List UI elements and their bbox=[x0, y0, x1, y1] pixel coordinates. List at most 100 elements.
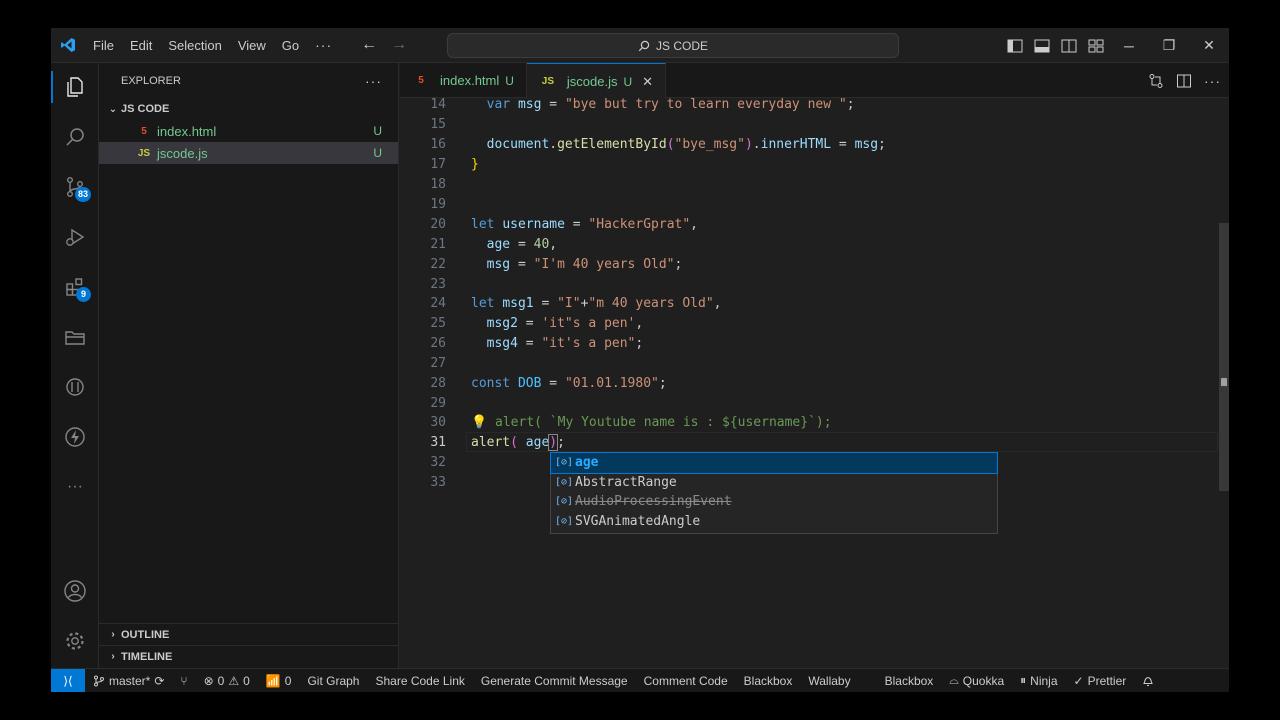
settings-gear-icon[interactable] bbox=[51, 617, 99, 665]
menu-view[interactable]: View bbox=[230, 28, 274, 63]
forward-arrow-icon[interactable]: → bbox=[388, 36, 410, 54]
more-views-icon[interactable]: ··· bbox=[51, 463, 99, 511]
source-control-icon[interactable]: 83 bbox=[51, 163, 99, 211]
remote-explorer-icon[interactable] bbox=[51, 313, 99, 361]
suggestion-item[interactable]: [⊘] SVGAnimatedAngle bbox=[551, 512, 997, 532]
git-graph-status-icon[interactable]: ⑂ bbox=[172, 674, 195, 688]
comment-code-button[interactable]: Comment Code bbox=[636, 674, 736, 688]
menu-go[interactable]: Go bbox=[274, 28, 307, 63]
line-number: 18 bbox=[430, 177, 446, 192]
extensions-icon[interactable]: 9 bbox=[51, 263, 99, 311]
back-arrow-icon[interactable]: ← bbox=[358, 36, 380, 54]
timeline-section[interactable]: › TIMELINE bbox=[99, 645, 399, 667]
explorer-icon[interactable] bbox=[51, 63, 99, 111]
share-code-link-button[interactable]: Share Code Link bbox=[367, 674, 472, 688]
javascript-icon: JS bbox=[137, 147, 151, 159]
code-line: 19 bbox=[400, 195, 1210, 215]
code-line: 28 const DOB = "01.01.1980"; bbox=[400, 374, 1210, 394]
html5-icon: 5 bbox=[418, 75, 424, 86]
code-text: let msg1 = "I"+"m 40 years Old", bbox=[471, 296, 722, 311]
line-number: 21 bbox=[430, 237, 446, 252]
line-number: 30 bbox=[430, 415, 446, 430]
code-line: 15 bbox=[400, 115, 1210, 135]
vscode-logo-icon[interactable] bbox=[51, 28, 85, 63]
branch-icon bbox=[94, 675, 104, 686]
lightbulb-icon[interactable]: 💡 bbox=[471, 415, 487, 430]
editor-more-actions-button[interactable]: ··· bbox=[1204, 73, 1221, 89]
error-count: 0 bbox=[217, 673, 225, 688]
toggle-secondary-sidebar-icon[interactable] bbox=[1055, 28, 1082, 63]
branch-name: master* bbox=[109, 673, 151, 688]
explorer-sidebar: EXPLORER ··· ⌄ JS CODE 5 index.html U JS… bbox=[99, 63, 399, 668]
ninja-status[interactable]: ⏸ Ninja bbox=[1012, 673, 1065, 688]
minimize-button[interactable]: ─ bbox=[1109, 28, 1149, 63]
error-icon: ⊗ bbox=[203, 673, 214, 688]
sidebar-more-button[interactable]: ··· bbox=[365, 73, 382, 89]
blackbox-button[interactable]: Blackbox bbox=[736, 674, 801, 688]
title-bar: File Edit Selection View Go ··· ← → JS C… bbox=[51, 28, 1229, 63]
file-item-index-html[interactable]: 5 index.html U bbox=[99, 120, 398, 142]
line-number: 24 bbox=[430, 296, 446, 311]
editor-scrollbar[interactable] bbox=[1219, 223, 1229, 491]
check-icon: ✓ bbox=[1073, 673, 1084, 688]
run-debug-icon[interactable] bbox=[51, 213, 99, 261]
customize-layout-icon[interactable] bbox=[1082, 28, 1109, 63]
suggestion-label: age bbox=[575, 455, 599, 471]
suggestion-item[interactable]: [⊘] AbstractRange bbox=[551, 473, 997, 493]
code-line: 14 var msg = "bye but try to learn every… bbox=[400, 95, 1210, 115]
account-icon[interactable] bbox=[51, 567, 99, 615]
sync-icon[interactable]: ⟳ bbox=[154, 674, 164, 688]
split-editor-icon[interactable] bbox=[1176, 73, 1192, 89]
ports-count: 0 bbox=[284, 673, 292, 688]
toggle-panel-icon[interactable] bbox=[1028, 28, 1055, 63]
file-item-jscode-js[interactable]: JS jscode.js U bbox=[99, 142, 398, 164]
quokka-status[interactable]: ⌓ Quokka bbox=[941, 673, 1012, 688]
javascript-icon: JS bbox=[541, 76, 555, 87]
menu-more-button[interactable]: ··· bbox=[307, 37, 340, 53]
open-changes-icon[interactable] bbox=[1148, 73, 1164, 89]
problems-status[interactable]: ⊗ 0 ⚠ 0 bbox=[196, 674, 258, 688]
line-number: 31 bbox=[430, 435, 446, 450]
line-number: 17 bbox=[430, 157, 446, 172]
code-editor[interactable]: 14 var msg = "bye but try to learn every… bbox=[400, 95, 1229, 668]
ninja-label: Ninja bbox=[1030, 673, 1058, 688]
notifications-bell-icon[interactable] bbox=[1134, 674, 1162, 687]
quokka-lightning-icon[interactable] bbox=[51, 413, 99, 461]
folder-name: JS CODE bbox=[121, 103, 170, 115]
remote-indicator-icon[interactable]: ⟩⟨ bbox=[51, 668, 85, 692]
folder-js-code[interactable]: ⌄ JS CODE bbox=[99, 98, 398, 120]
git-graph-button[interactable]: Git Graph bbox=[299, 674, 367, 688]
git-branch[interactable]: master* ⟳ bbox=[85, 674, 172, 688]
outline-section[interactable]: › OUTLINE bbox=[99, 623, 399, 645]
ports-status[interactable]: 📶 0 bbox=[258, 674, 300, 688]
code-text: msg2 = 'it"s a pen', bbox=[486, 316, 644, 331]
variable-icon: [⊘] bbox=[555, 457, 574, 469]
search-activity-icon[interactable] bbox=[51, 113, 99, 161]
code-line: 22 msg = "I'm 40 years Old"; bbox=[400, 255, 1210, 275]
suggestion-item[interactable]: [⊘] age bbox=[550, 452, 998, 474]
untracked-status: U bbox=[373, 146, 382, 160]
wallaby-button[interactable]: Wallaby bbox=[800, 674, 858, 688]
menu-edit[interactable]: Edit bbox=[122, 28, 160, 63]
restore-button[interactable]: ❐ bbox=[1149, 28, 1189, 63]
command-center-search[interactable]: JS CODE bbox=[447, 33, 899, 58]
close-window-button[interactable]: ✕ bbox=[1189, 28, 1229, 63]
blackbox-status[interactable]: Blackbox bbox=[877, 674, 942, 688]
menu-file[interactable]: File bbox=[85, 28, 122, 63]
line-number: 15 bbox=[430, 117, 446, 132]
code-line: 27 bbox=[400, 354, 1210, 374]
line-number: 27 bbox=[430, 356, 446, 371]
line-number: 14 bbox=[430, 97, 446, 112]
line-number: 33 bbox=[430, 475, 446, 490]
testing-icon[interactable] bbox=[51, 363, 99, 411]
suggestion-label: SVGAnimatedAngle bbox=[575, 513, 701, 529]
prettier-status[interactable]: ✓ Prettier bbox=[1066, 674, 1135, 688]
timeline-title: TIMELINE bbox=[121, 650, 173, 663]
close-icon[interactable]: ✕ bbox=[642, 74, 653, 90]
menu-selection[interactable]: Selection bbox=[160, 28, 229, 63]
generate-commit-message-button[interactable]: Generate Commit Message bbox=[473, 674, 636, 688]
tab-index-html[interactable]: 5 index.html U bbox=[400, 63, 527, 98]
tab-jscode-js[interactable]: JS jscode.js U ✕ bbox=[526, 63, 667, 99]
toggle-primary-sidebar-icon[interactable] bbox=[1001, 28, 1028, 63]
suggestion-item[interactable]: [⊘] AudioProcessingEvent bbox=[551, 492, 997, 512]
